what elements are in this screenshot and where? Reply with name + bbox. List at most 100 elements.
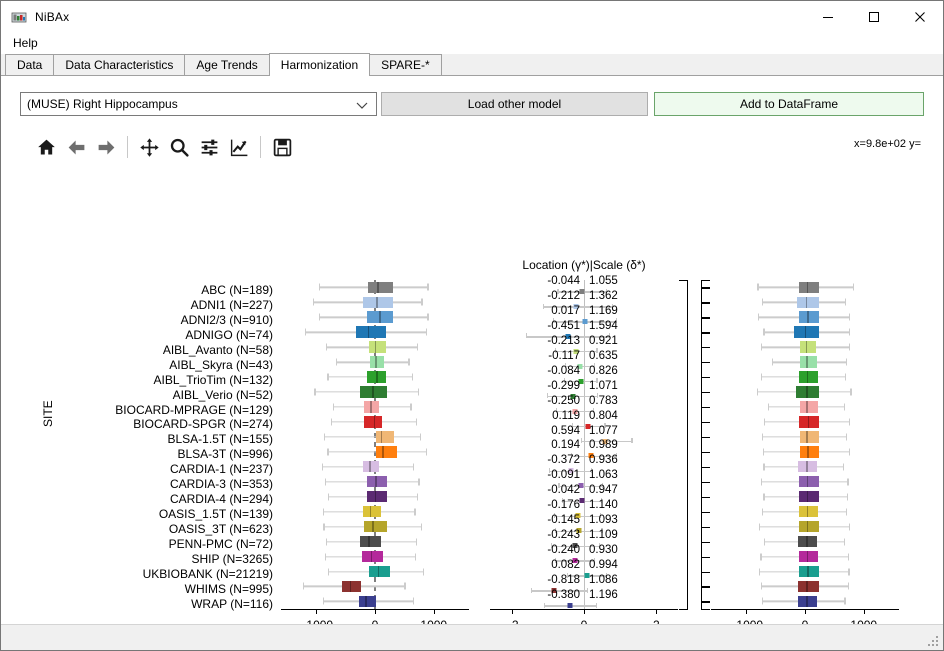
- site-tick-label: CARDIA-4 (N=294): [169, 492, 273, 507]
- toolbar-separator: [127, 136, 128, 158]
- whisker-cap: [312, 298, 314, 306]
- median-line: [375, 371, 378, 383]
- whisker-cap: [323, 433, 326, 441]
- median-line: [365, 595, 367, 608]
- location-value: -0.380: [547, 588, 580, 601]
- whisker-cap: [302, 582, 305, 590]
- home-icon[interactable]: [31, 132, 61, 162]
- back-arrow-icon[interactable]: [61, 132, 91, 162]
- pan-move-icon[interactable]: [134, 132, 164, 162]
- site-tick-label: OASIS_1.5T (N=139): [158, 507, 273, 522]
- edit-curve-icon[interactable]: [224, 132, 254, 162]
- tab-bar: Data Data Characteristics Age Trends Har…: [1, 53, 943, 76]
- site-tick: [701, 422, 710, 424]
- whisker-cap: [325, 343, 327, 351]
- median-line: [375, 475, 377, 488]
- panel-location-scale[interactable]: Location (γ*)|Scale (δ*) -0.044 1.055 -0.2…: [490, 258, 678, 632]
- boxplot-row: [711, 280, 899, 295]
- box: [796, 386, 820, 398]
- panel-residuals-after[interactable]: Residuals after harmonization −100001000: [711, 280, 899, 650]
- boxplot-row: [711, 385, 899, 400]
- box: [799, 565, 819, 578]
- whisker-cap: [844, 298, 847, 306]
- boxplot-row: [281, 415, 469, 430]
- site-tick-label: AIBL_Avanto (N=58): [162, 342, 273, 357]
- site-tick: [701, 481, 710, 483]
- whisker-cap: [410, 403, 412, 411]
- x-tick: [746, 610, 748, 614]
- location-value: 0.017: [551, 304, 580, 317]
- tab-harmonization[interactable]: Harmonization: [268, 53, 371, 76]
- x-tick: [584, 610, 586, 614]
- tab-data[interactable]: Data: [5, 54, 55, 75]
- boxplot-row: [711, 400, 899, 415]
- location-scale-text: -0.145 1.093: [490, 514, 678, 527]
- menu-item-help[interactable]: Help: [5, 34, 46, 52]
- minimize-button[interactable]: [805, 1, 851, 32]
- median-line: [806, 371, 809, 383]
- whisker-cap: [762, 448, 764, 456]
- add-to-dataframe-button[interactable]: Add to DataFrame: [654, 92, 924, 116]
- boxplot-row: [281, 430, 469, 445]
- status-bar: [1, 624, 943, 650]
- median-line: [368, 535, 370, 548]
- boxplot-row: [711, 564, 899, 579]
- location-value: 0.119: [552, 409, 580, 422]
- variable-combo[interactable]: (MUSE) Right Hippocampus: [20, 92, 377, 116]
- app-icon: [11, 9, 27, 25]
- location-interval-cap: [595, 602, 597, 608]
- location-value: 0.194: [551, 439, 580, 452]
- location-scale-text: -0.250 0.783: [490, 395, 678, 408]
- toolbar-separator-2: [260, 136, 261, 158]
- site-tick: [701, 407, 710, 409]
- whisker-cap: [413, 597, 415, 605]
- location-scale-text: -0.212 1.362: [490, 290, 678, 303]
- box: [362, 505, 382, 518]
- subplot-sliders-icon[interactable]: [194, 132, 224, 162]
- boxplot-row: [711, 444, 899, 459]
- whisker-cap: [416, 343, 418, 351]
- whisker-cap: [419, 433, 421, 441]
- resize-grip[interactable]: [928, 636, 940, 648]
- chevron-down-icon[interactable]: [356, 93, 368, 117]
- panel-residuals-before[interactable]: Residuals before harmonization −10000100…: [281, 280, 469, 650]
- median-line: [374, 341, 377, 353]
- site-tick-label: OASIS_3T (N=623): [168, 522, 273, 536]
- whisker-cap: [848, 568, 850, 576]
- boxplot-row: [711, 325, 899, 340]
- whisker-cap: [332, 403, 334, 411]
- location-value: -0.818: [547, 574, 580, 586]
- box: [367, 490, 387, 503]
- scale-value: 0.936: [589, 454, 618, 467]
- scale-value: 1.196: [589, 588, 618, 601]
- boxplot-row: [281, 280, 469, 295]
- whisker-cap: [761, 433, 763, 441]
- box: [798, 520, 819, 533]
- median-line: [377, 565, 380, 578]
- maximize-button[interactable]: [851, 1, 897, 32]
- tab-age-trends[interactable]: Age Trends: [184, 54, 270, 75]
- whisker-cap: [327, 448, 329, 456]
- close-button[interactable]: [897, 1, 943, 32]
- box: [368, 565, 391, 578]
- zoom-magnifier-icon[interactable]: [164, 132, 194, 162]
- forward-arrow-icon[interactable]: [91, 132, 121, 162]
- box: [362, 550, 383, 563]
- load-other-model-button[interactable]: Load other model: [381, 92, 648, 116]
- harmonization-figure[interactable]: SITE ABC (N=189) ADNI1 (N=227) ADNI2/3 (N=…: [1, 172, 943, 650]
- tab-spare[interactable]: SPARE-*: [369, 54, 442, 75]
- location-value: -0.117: [548, 349, 580, 362]
- boxplot-row: [281, 355, 469, 370]
- location-scale-text: 0.119 0.804: [490, 410, 678, 423]
- whisker-cap: [761, 508, 763, 516]
- whisker-cap: [420, 523, 423, 531]
- save-disk-icon[interactable]: [267, 132, 297, 162]
- whisker-cap: [845, 508, 847, 516]
- tab-data-characteristics[interactable]: Data Characteristics: [53, 54, 186, 75]
- x-tick: [316, 610, 318, 614]
- box: [367, 475, 388, 488]
- boxplot-row: [281, 385, 469, 400]
- location-value: -0.084: [547, 364, 580, 377]
- whisker-cap: [843, 538, 846, 546]
- scale-value: 0.783: [589, 394, 618, 407]
